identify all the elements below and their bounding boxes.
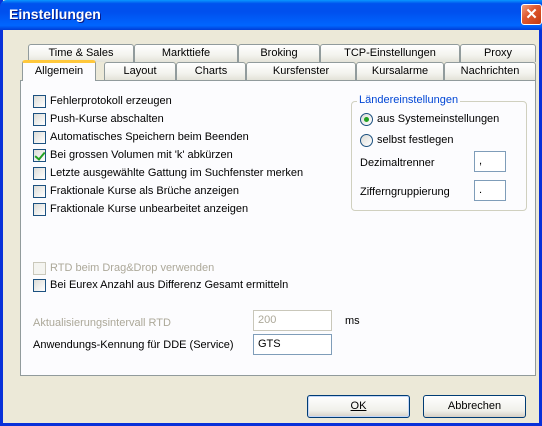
- checkbox-fraktional-unbearbeitet[interactable]: [33, 203, 46, 216]
- label-auto-speichern: Automatisches Speichern beim Beenden: [50, 131, 249, 143]
- label-systemeinstellungen: aus Systemeinstellungen: [377, 113, 500, 125]
- label-fehlerprotokoll: Fehlerprotokoll erzeugen: [50, 95, 172, 107]
- label-zifferngruppierung: Zifferngruppierung: [360, 186, 450, 198]
- radio-selbst-festlegen[interactable]: [360, 134, 373, 147]
- decimal-separator-input[interactable]: ,: [474, 151, 506, 172]
- checkbox-fehlerprotokoll[interactable]: [33, 95, 46, 108]
- checkbox-fraktional-brueche[interactable]: [33, 185, 46, 198]
- ok-button[interactable]: OK: [307, 395, 410, 418]
- label-rtd-dragdrop: RTD beim Drag&Drop verwenden: [50, 262, 215, 274]
- checkbox-eurex-anzahl[interactable]: [33, 279, 46, 292]
- country-settings-title: Ländereinstellungen: [357, 94, 461, 106]
- label-volumen-k: Bei grossen Volumen mit 'k' abkürzen: [50, 149, 233, 161]
- cancel-button[interactable]: Abbrechen: [423, 395, 526, 418]
- dde-service-input[interactable]: GTS: [253, 334, 332, 355]
- label-rtd-interval: Aktualisierungsintervall RTD: [33, 317, 171, 329]
- label-eurex-anzahl: Bei Eurex Anzahl aus Differenz Gesamt er…: [50, 279, 289, 291]
- checkbox-volumen-k[interactable]: [33, 149, 46, 162]
- label-dde-service: Anwendungs-Kennung für DDE (Service): [33, 339, 234, 351]
- checkbox-push-kurse[interactable]: [33, 113, 46, 126]
- label-selbst-festlegen: selbst festlegen: [377, 134, 454, 146]
- label-fraktional-unbearbeitet: Fraktionale Kurse unbearbeitet anzeigen: [50, 203, 249, 215]
- rtd-interval-input[interactable]: 200: [253, 310, 332, 331]
- label-dezimaltrenner: Dezimaltrenner: [360, 157, 435, 169]
- digit-grouping-input[interactable]: .: [474, 180, 506, 201]
- checkbox-letzte-gattung[interactable]: [33, 167, 46, 180]
- ok-button-label: OK: [350, 400, 367, 412]
- label-fraktional-brueche: Fraktionale Kurse als Brüche anzeigen: [50, 185, 239, 197]
- rtd-interval-unit: ms: [345, 315, 360, 327]
- label-push-kurse: Push-Kurse abschalten: [50, 113, 164, 125]
- label-letzte-gattung: Letzte ausgewählte Gattung im Suchfenste…: [50, 167, 304, 179]
- checkbox-auto-speichern[interactable]: [33, 131, 46, 144]
- checkbox-rtd-dragdrop[interactable]: [33, 262, 46, 275]
- radio-systemeinstellungen[interactable]: [360, 113, 373, 126]
